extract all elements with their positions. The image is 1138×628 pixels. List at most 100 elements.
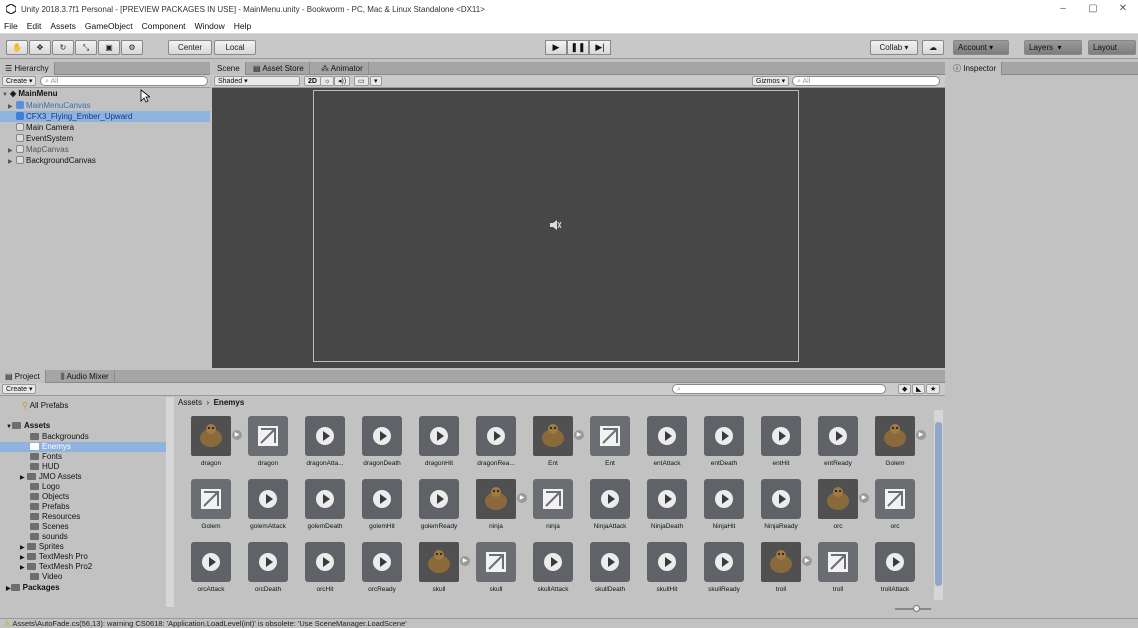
- asset-tile[interactable]: ▶ troll: [756, 542, 812, 594]
- asset-tile[interactable]: ninja: [528, 479, 578, 531]
- folder-item[interactable]: Backgrounds: [30, 432, 89, 442]
- minimize-button[interactable]: –: [1048, 0, 1078, 18]
- close-button[interactable]: ✕: [1108, 0, 1138, 18]
- folder-item[interactable]: Scenes: [30, 522, 69, 532]
- menu-file[interactable]: File: [4, 21, 18, 31]
- asset-tile[interactable]: skullDeath: [585, 542, 635, 594]
- tab-inspector[interactable]: ⓘ Inspector: [948, 62, 1003, 75]
- asset-tile[interactable]: entReady: [813, 416, 863, 468]
- folder-item[interactable]: Prefabs: [30, 502, 70, 512]
- asset-tile[interactable]: golemHit: [357, 479, 407, 531]
- toggle-2d-button[interactable]: 2D: [304, 76, 321, 86]
- menu-edit[interactable]: Edit: [27, 21, 42, 31]
- asset-tile[interactable]: golemReady: [414, 479, 464, 531]
- asset-tile[interactable]: Golem: [186, 479, 236, 531]
- hierarchy-item[interactable]: ▶ MainMenuCanvas: [8, 100, 90, 111]
- collab-button[interactable]: Collab ▾: [870, 40, 918, 55]
- asset-tile[interactable]: NinjaDeath: [642, 479, 692, 531]
- maximize-button[interactable]: ▢: [1078, 0, 1108, 18]
- hierarchy-item-selected[interactable]: CFX3_Flying_Ember_Upward: [0, 111, 210, 122]
- status-bar[interactable]: ⚠ Assets\AutoFade.cs(56,13): warning CS0…: [0, 618, 1138, 628]
- gizmos-dropdown[interactable]: Gizmos ▾: [752, 76, 790, 86]
- tree-scrollbar[interactable]: [166, 397, 174, 607]
- asset-tile[interactable]: dragon: [243, 416, 293, 468]
- zoom-slider[interactable]: [895, 605, 931, 612]
- asset-tile[interactable]: troll: [813, 542, 863, 594]
- cloud-icon[interactable]: ☁: [922, 40, 944, 55]
- account-dropdown[interactable]: Account ▾: [953, 40, 1009, 55]
- folder-item[interactable]: ▶ TextMesh Pro: [20, 552, 88, 562]
- scene-root-item[interactable]: ▼ ◈ MainMenu: [2, 88, 58, 99]
- folder-item[interactable]: ▶ TextMesh Pro2: [20, 562, 92, 572]
- asset-tile[interactable]: dragonRea...: [471, 416, 521, 468]
- hierarchy-item[interactable]: ▶ BackgroundCanvas: [8, 155, 96, 166]
- folder-item[interactable]: sounds: [30, 532, 68, 542]
- asset-tile[interactable]: ▶ orc: [813, 479, 869, 531]
- asset-tile[interactable]: skullReady: [699, 542, 749, 594]
- folder-assets-root[interactable]: ▼ Assets: [6, 421, 50, 431]
- asset-tile[interactable]: golemAttack: [243, 479, 293, 531]
- scrollbar-thumb[interactable]: [935, 422, 942, 586]
- step-button[interactable]: ▶|: [589, 40, 611, 55]
- folder-item[interactable]: Resources: [30, 512, 80, 522]
- asset-tile[interactable]: skull: [471, 542, 521, 594]
- asset-tile[interactable]: orcHit: [300, 542, 350, 594]
- asset-tile[interactable]: golemDeath: [300, 479, 350, 531]
- asset-tile[interactable]: NinjaReady: [756, 479, 806, 531]
- folder-item[interactable]: Objects: [30, 492, 69, 502]
- tab-asset-store[interactable]: ▤ Asset Store: [248, 62, 310, 75]
- menu-component[interactable]: Component: [142, 21, 186, 31]
- menu-window[interactable]: Window: [195, 21, 225, 31]
- project-search-input[interactable]: ⌕: [672, 384, 886, 394]
- asset-tile[interactable]: orcReady: [357, 542, 407, 594]
- folder-item[interactable]: Video: [30, 572, 62, 582]
- rect-tool-icon[interactable]: ▣: [98, 40, 120, 55]
- scale-tool-icon[interactable]: ⤡: [75, 40, 97, 55]
- rotate-tool-icon[interactable]: ↻: [52, 40, 74, 55]
- folder-item-selected[interactable]: Enemys: [0, 442, 172, 452]
- tab-audio-mixer[interactable]: ⫼ Audio Mixer: [56, 370, 115, 383]
- pivot-center-button[interactable]: Center: [168, 40, 212, 55]
- asset-tile[interactable]: skullAttack: [528, 542, 578, 594]
- favorites-all-prefabs[interactable]: ⚲ All Prefabs: [22, 401, 68, 411]
- asset-tile[interactable]: dragonDeath: [357, 416, 407, 468]
- effects-toggle-icon[interactable]: ▭: [354, 76, 369, 86]
- asset-tile[interactable]: dragonAtta...: [300, 416, 350, 468]
- filter-type-icon[interactable]: ◆: [898, 384, 912, 394]
- hierarchy-search-input[interactable]: ⌕ All: [40, 76, 208, 86]
- folder-item[interactable]: Fonts: [30, 452, 62, 462]
- asset-tile[interactable]: ▶ skull: [414, 542, 470, 594]
- menu-help[interactable]: Help: [234, 21, 251, 31]
- menu-assets[interactable]: Assets: [50, 21, 76, 31]
- asset-tile[interactable]: ▶ dragon: [186, 416, 242, 468]
- hierarchy-item[interactable]: EventSystem: [16, 133, 73, 144]
- audio-toggle-icon[interactable]: ◂)): [334, 76, 351, 86]
- pivot-local-button[interactable]: Local: [214, 40, 256, 55]
- asset-tile[interactable]: skullHit: [642, 542, 692, 594]
- lighting-toggle-icon[interactable]: ☼: [320, 76, 335, 86]
- hierarchy-item[interactable]: ▶ MapCanvas: [8, 144, 69, 155]
- project-create-button[interactable]: Create ▾: [2, 384, 37, 394]
- folder-item[interactable]: ▶ Sprites: [20, 542, 64, 552]
- asset-tile[interactable]: orcAttack: [186, 542, 236, 594]
- filter-label-icon[interactable]: ◣: [912, 384, 926, 394]
- scene-viewport[interactable]: [212, 88, 945, 368]
- folder-item[interactable]: Logo: [30, 482, 60, 492]
- asset-tile[interactable]: ▶ Golem: [870, 416, 926, 468]
- asset-tile[interactable]: entHit: [756, 416, 806, 468]
- effects-dropdown-icon[interactable]: ▾: [370, 76, 382, 86]
- folder-packages[interactable]: ▶ Packages: [6, 583, 60, 593]
- tab-project[interactable]: ▤ Project: [0, 370, 46, 383]
- asset-tile[interactable]: ▶ Ent: [528, 416, 584, 468]
- transform-tool-icon[interactable]: ⚙: [121, 40, 143, 55]
- asset-tile[interactable]: Ent: [585, 416, 635, 468]
- menu-gameobject[interactable]: GameObject: [85, 21, 133, 31]
- asset-tile[interactable]: entAttack: [642, 416, 692, 468]
- asset-tile[interactable]: trollAttack: [870, 542, 920, 594]
- asset-tile[interactable]: orcDeath: [243, 542, 293, 594]
- favorites-star-icon[interactable]: ★: [926, 384, 941, 394]
- tab-scene[interactable]: Scene: [212, 62, 246, 75]
- scene-search-input[interactable]: ⌕ All: [792, 76, 940, 86]
- layout-dropdown[interactable]: Layout: [1088, 40, 1136, 55]
- asset-tile[interactable]: NinjaHit: [699, 479, 749, 531]
